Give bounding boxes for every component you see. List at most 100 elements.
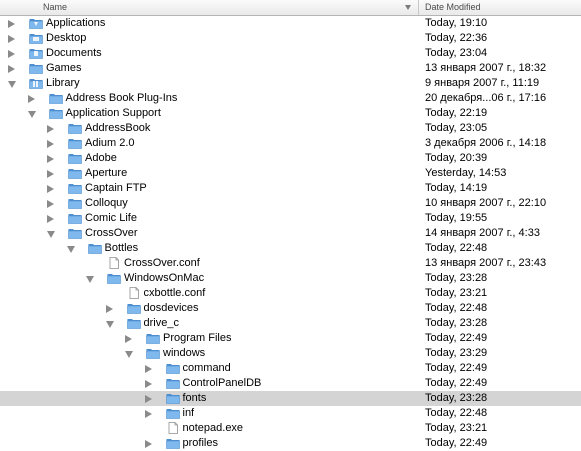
- folder-row-dosdevices[interactable]: dosdevices Today, 22:48: [0, 301, 581, 316]
- disclosure-triangle-closed-icon[interactable]: [47, 200, 54, 208]
- folder-row-comic-life[interactable]: Comic Life Today, 19:55: [0, 211, 581, 226]
- disclosure-triangle-closed-icon[interactable]: [8, 65, 15, 73]
- folder-icon: [68, 212, 82, 224]
- item-date-modified: Today, 20:39: [425, 152, 488, 164]
- folder-row-windowsonmac[interactable]: WindowsOnMac Today, 23:28: [0, 271, 581, 286]
- item-date-modified: Today, 23:28: [425, 392, 488, 404]
- disclosure-triangle-open-icon[interactable]: [86, 276, 94, 283]
- folder-row-games[interactable]: Games 13 января 2007 г., 18:32: [0, 61, 581, 76]
- item-name: Adobe: [85, 152, 117, 164]
- disclosure-triangle-closed-icon[interactable]: [47, 140, 54, 148]
- folder-row-address-book-plug-ins[interactable]: Address Book Plug-Ins 20 декабря...06 г.,…: [0, 91, 581, 106]
- disclosure-triangle-open-icon[interactable]: [8, 81, 16, 88]
- file-icon: [166, 422, 180, 434]
- disclosure-triangle-closed-icon[interactable]: [47, 125, 54, 133]
- item-date-modified: 13 января 2007 г., 18:32: [425, 62, 547, 74]
- item-name: profiles: [182, 437, 218, 449]
- folder-row-bottles[interactable]: Bottles Today, 22:48: [0, 241, 581, 256]
- date-modified-column-header[interactable]: Date Modified: [425, 2, 481, 12]
- item-date-modified: Today, 22:36: [425, 32, 488, 44]
- disclosure-triangle-closed-icon[interactable]: [47, 170, 54, 178]
- folder-icon: [68, 152, 82, 164]
- folder-row-adobe[interactable]: Adobe Today, 20:39: [0, 151, 581, 166]
- folder-row-drive-c[interactable]: drive_c Today, 23:28: [0, 316, 581, 331]
- disclosure-triangle-closed-icon[interactable]: [144, 440, 152, 448]
- disclosure-triangle-open-icon[interactable]: [27, 111, 36, 118]
- file-row-cxbottle-conf[interactable]: cxbottle.conf Today, 23:21: [0, 286, 581, 301]
- name-column-header[interactable]: Name: [43, 2, 67, 12]
- folder-row-aperture[interactable]: Aperture Yesterday, 14:53: [0, 166, 581, 181]
- item-name: WindowsOnMac: [124, 272, 205, 284]
- folder-icon: [165, 377, 180, 389]
- folder-row-command[interactable]: command Today, 22:49: [0, 361, 581, 376]
- folder-icon: [29, 32, 43, 44]
- folder-row-profiles[interactable]: profiles Today, 22:49: [0, 436, 581, 451]
- disclosure-triangle-closed-icon[interactable]: [47, 185, 54, 193]
- item-date-modified: Today, 23:04: [425, 47, 488, 59]
- disclosure-triangle-closed-icon[interactable]: [105, 305, 113, 313]
- item-name: Bottles: [104, 242, 139, 254]
- folder-row-colloquy[interactable]: Colloquy 10 января 2007 г., 22:10: [0, 196, 581, 211]
- item-name: Adium 2.0: [85, 137, 135, 149]
- disclosure-triangle-closed-icon[interactable]: [125, 335, 132, 343]
- item-name: Program Files: [163, 332, 232, 344]
- item-date-modified: 10 января 2007 г., 22:10: [425, 197, 547, 209]
- item-name: Colloquy: [85, 197, 128, 209]
- folder-row-windows[interactable]: windows Today, 23:29: [0, 346, 581, 361]
- disclosure-triangle-closed-icon[interactable]: [47, 155, 54, 163]
- item-name: AddressBook: [85, 122, 151, 134]
- disclosure-triangle-closed-icon[interactable]: [8, 20, 15, 28]
- disclosure-triangle-closed-icon[interactable]: [144, 395, 152, 403]
- disclosure-triangle-closed-icon[interactable]: [47, 215, 54, 223]
- item-name: Captain FTP: [85, 182, 147, 194]
- folder-row-desktop[interactable]: Desktop Today, 22:36: [0, 31, 581, 46]
- file-row-crossover-conf[interactable]: CrossOver.conf 13 января 2007 г., 23:43: [0, 256, 581, 271]
- folder-icon: [68, 197, 82, 209]
- disclosure-triangle-closed-icon[interactable]: [8, 50, 15, 58]
- folder-icon: [68, 227, 82, 239]
- disclosure-triangle-closed-icon[interactable]: [27, 95, 35, 103]
- folder-row-addressbook[interactable]: AddressBook Today, 23:05: [0, 121, 581, 136]
- disclosure-triangle-closed-icon[interactable]: [144, 380, 152, 388]
- item-date-modified: Today, 22:49: [425, 332, 488, 344]
- disclosure-triangle-open-icon[interactable]: [47, 231, 55, 238]
- item-name: CrossOver.conf: [124, 257, 200, 269]
- folder-icon: [48, 92, 63, 104]
- folder-icon: [146, 332, 160, 344]
- folder-row-crossover[interactable]: CrossOver 14 января 2007 г., 4:33: [0, 226, 581, 241]
- column-header: Name Date Modified: [0, 0, 581, 16]
- item-name: cxbottle.conf: [143, 287, 206, 299]
- disclosure-triangle-open-icon[interactable]: [105, 321, 114, 328]
- folder-row-documents[interactable]: Documents Today, 23:04: [0, 46, 581, 61]
- item-date-modified: Today, 23:28: [425, 272, 488, 284]
- folder-row-inf[interactable]: inf Today, 22:48: [0, 406, 581, 421]
- item-date-modified: 9 января 2007 г., 11:19: [425, 77, 540, 89]
- item-date-modified: Today, 22:48: [425, 242, 488, 254]
- disclosure-triangle-open-icon[interactable]: [66, 246, 75, 253]
- folder-icon: [146, 347, 160, 359]
- folder-row-fonts[interactable]: fonts Today, 23:28: [0, 391, 581, 406]
- folder-icon: [87, 242, 102, 254]
- folder-row-applications[interactable]: Applications Today, 19:10: [0, 16, 581, 31]
- folder-row-library[interactable]: Library 9 января 2007 г., 11:19: [0, 76, 581, 91]
- folder-row-adium-2-0[interactable]: Adium 2.0 3 декабря 2006 г., 14:18: [0, 136, 581, 151]
- folder-row-application-support[interactable]: Application Support Today, 22:19: [0, 106, 581, 121]
- file-row-notepad-exe[interactable]: notepad.exe Today, 23:21: [0, 421, 581, 436]
- disclosure-triangle-closed-icon[interactable]: [144, 365, 152, 373]
- disclosure-triangle-closed-icon[interactable]: [144, 410, 152, 418]
- column-divider[interactable]: [418, 0, 419, 15]
- folder-row-controlpaneldb[interactable]: ControlPanelDB Today, 22:49: [0, 376, 581, 391]
- item-date-modified: Today, 22:19: [425, 107, 488, 119]
- item-date-modified: Today, 22:48: [425, 407, 488, 419]
- item-date-modified: Today, 22:49: [425, 437, 488, 449]
- folder-icon: [29, 77, 43, 89]
- folder-row-captain-ftp[interactable]: Captain FTP Today, 14:19: [0, 181, 581, 196]
- item-date-modified: Today, 22:49: [425, 377, 488, 389]
- item-date-modified: 13 января 2007 г., 23:43: [425, 257, 547, 269]
- disclosure-triangle-closed-icon[interactable]: [8, 35, 15, 43]
- item-date-modified: Today, 23:05: [425, 122, 488, 134]
- item-date-modified: Today, 23:28: [425, 317, 488, 329]
- disclosure-triangle-open-icon[interactable]: [125, 351, 133, 358]
- item-date-modified: Today, 23:21: [425, 422, 488, 434]
- folder-row-program-files[interactable]: Program Files Today, 22:49: [0, 331, 581, 346]
